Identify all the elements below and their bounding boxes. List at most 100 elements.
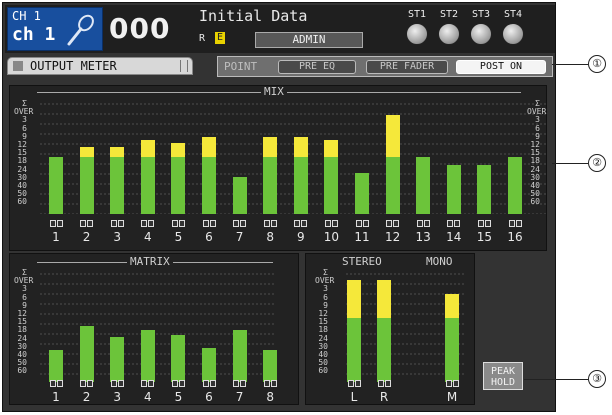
- st1-knob-icon[interactable]: [406, 23, 428, 45]
- matrix-scale: Σ OVER 3 6 9 12 15 18 24 30 40 50 60: [14, 268, 34, 376]
- mix-meter-7: [232, 99, 247, 214]
- tab-output-meter[interactable]: OUTPUT METER: [7, 57, 193, 75]
- matrix-channel-label-4: 4: [143, 390, 152, 404]
- st2-label-box: ST2: [433, 9, 465, 21]
- tab-icon: [13, 61, 23, 71]
- stereo-meter-M-green: [445, 317, 459, 382]
- matrix-channel-label-8: 8: [266, 390, 274, 404]
- stereo-meter-L-yellow: [347, 280, 361, 318]
- tab-label: OUTPUT METER: [30, 59, 117, 73]
- stereo-channel-label-R: R: [379, 390, 389, 404]
- callout-2-leader: [552, 163, 588, 164]
- mix-meter-10: [324, 99, 339, 214]
- stereo-channel-label-M: M: [446, 390, 458, 404]
- mix-meter-5: [171, 99, 186, 214]
- mix-meter-11-green: [355, 172, 369, 214]
- matrix-meter-8: [263, 269, 278, 382]
- stereo-meter-M: [445, 269, 459, 382]
- mix-meter-11: [355, 99, 369, 214]
- mix-channel-label-13: 13: [415, 230, 431, 244]
- st3-knob-icon[interactable]: [470, 23, 492, 45]
- matrix-meter-1-green: [49, 350, 63, 382]
- callout-3: ③: [588, 370, 606, 388]
- mix-meter-1: [49, 99, 63, 214]
- edit-flag: E: [215, 32, 226, 44]
- matrix-channel-label-7: 7: [235, 390, 244, 404]
- matrix-channel-label-6: 6: [205, 390, 213, 404]
- mix-channel-label-9: 9: [296, 230, 305, 244]
- mix-channel-label-6: 6: [205, 230, 213, 244]
- matrix-peak-indicator-4: [141, 380, 155, 389]
- stereo-meter-L-green: [347, 317, 361, 382]
- mix-scale-right: Σ OVER 3 6 9 12 15 18 24 30 40 50 60: [527, 99, 547, 207]
- matrix-channel-label-1: 1: [52, 390, 60, 404]
- tab-end-icon: [180, 60, 188, 72]
- mix-meter-8-green: [263, 156, 278, 214]
- channel-number: CH 1: [12, 9, 41, 23]
- matrix-channel-label-5: 5: [174, 390, 183, 404]
- selected-channel-box[interactable]: CH 1 ch 1: [7, 7, 103, 51]
- matrix-meter-4: [140, 269, 155, 382]
- mix-peak-indicator-10: [324, 220, 338, 229]
- stereo-peak-indicator-M: [445, 380, 459, 389]
- mix-meter-4-green: [140, 156, 155, 214]
- access-level-indicator[interactable]: ADMIN: [255, 32, 363, 48]
- matrix-channel-label-2: 2: [82, 390, 91, 404]
- mix-channel-label-7: 7: [235, 230, 244, 244]
- mix-channel-label-15: 15: [476, 230, 493, 244]
- matrix-peak-indicator-5: [171, 380, 185, 389]
- st1-label: ST1: [407, 9, 427, 20]
- matrix-peak-indicator-3: [110, 380, 124, 389]
- pre-eq-button[interactable]: PRE EQ: [278, 60, 356, 74]
- st4-label-box: ST4: [497, 9, 529, 21]
- peak-hold-button[interactable]: PEAK HOLD: [483, 362, 523, 390]
- mono-title: MONO: [423, 256, 456, 268]
- mix-meter-16-green: [508, 156, 522, 214]
- mix-peak-indicator-11: [355, 220, 369, 229]
- peak-hold-line2: HOLD: [490, 377, 516, 388]
- matrix-peak-indicator-8: [263, 380, 277, 389]
- mix-channel-label-3: 3: [113, 230, 121, 244]
- mix-meter-8: [263, 99, 278, 214]
- mix-meter-14: [446, 99, 461, 214]
- mix-meter-16: [508, 99, 522, 214]
- st2-knob-icon[interactable]: [438, 23, 460, 45]
- mix-meter-6-yellow: [202, 136, 216, 157]
- st4-knob-icon[interactable]: [502, 23, 524, 45]
- stereo-title: STEREO: [339, 256, 385, 268]
- mix-channel-label-1: 1: [52, 230, 60, 244]
- mix-peak-indicator-16: [508, 220, 522, 229]
- mix-channel-label-11: 11: [354, 230, 370, 244]
- stereo-channel-label-L: L: [350, 390, 358, 404]
- point-label: POINT: [224, 60, 258, 73]
- matrix-meter-4-green: [140, 330, 155, 382]
- channel-name: ch 1: [12, 24, 56, 45]
- mix-title: MIX: [261, 86, 287, 98]
- meter-point-selector: POINT PRE EQ PRE FADER POST ON: [217, 56, 553, 77]
- scene-number[interactable]: 000: [109, 11, 170, 47]
- matrix-meter-8-green: [263, 350, 278, 382]
- pre-fader-button[interactable]: PRE FADER: [366, 60, 448, 74]
- matrix-meter-6-green: [202, 348, 216, 382]
- mix-peak-indicator-15: [477, 220, 491, 229]
- mix-channel-label-14: 14: [446, 230, 462, 244]
- mix-meter-13: [416, 99, 431, 214]
- stereo-mono-scale: Σ OVER 3 6 9 12 15 18 24 30 40 50 60: [315, 268, 335, 376]
- post-on-button[interactable]: POST ON: [456, 60, 546, 74]
- mix-meter-2: [79, 99, 94, 214]
- mix-meter-15-green: [477, 164, 492, 214]
- st1-label-box: ST1: [401, 9, 433, 21]
- mix-meter-8-yellow: [263, 136, 278, 157]
- mix-meter-9: [293, 99, 308, 214]
- mix-channel-label-16: 16: [507, 230, 523, 244]
- mix-meter-4-yellow: [140, 140, 155, 157]
- mix-peak-indicator-4: [141, 220, 155, 229]
- st2-label: ST2: [439, 9, 459, 20]
- callout-3-leader: [524, 379, 588, 380]
- mix-meter-12: [385, 99, 400, 214]
- callout-2: ②: [588, 154, 606, 172]
- matrix-meter-6: [202, 269, 216, 382]
- matrix-meter-5: [171, 269, 186, 382]
- mix-meter-5-green: [171, 156, 186, 214]
- mix-peak-indicator-14: [447, 220, 461, 229]
